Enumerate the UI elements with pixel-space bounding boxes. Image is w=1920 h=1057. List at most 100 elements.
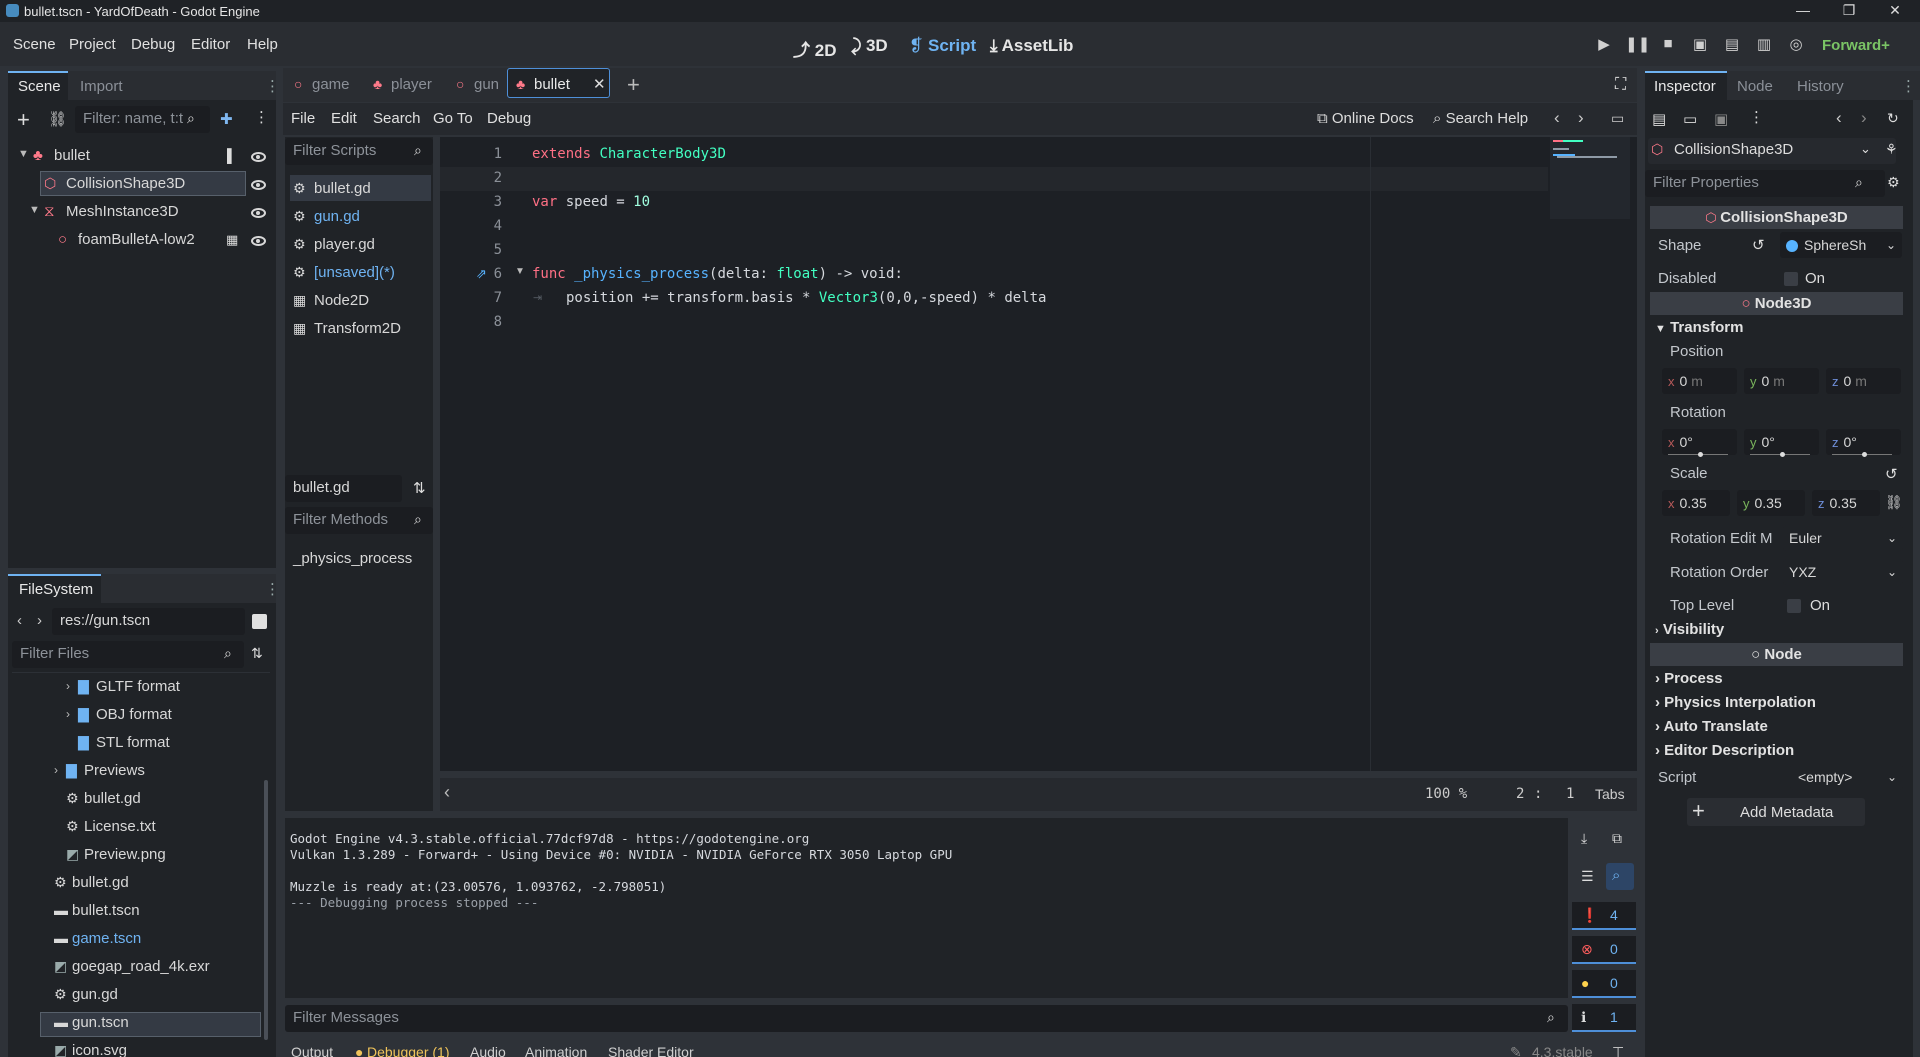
close-icon[interactable]: ✕: [1885, 2, 1905, 19]
code-line-6[interactable]: func _physics_process(delta: float) -> v…: [532, 266, 903, 282]
pause-icon[interactable]: ❚❚: [1625, 35, 1650, 53]
toggle-panel-icon[interactable]: ‹: [444, 782, 450, 803]
distraction-free-icon[interactable]: ⛶: [1615, 76, 1626, 94]
dock-menu-icon[interactable]: ⋮: [265, 580, 280, 598]
play-icon[interactable]: ▶: [1593, 35, 1615, 53]
script-item[interactable]: [unsaved](*): [314, 264, 395, 281]
workspace-2d-button[interactable]: ⤴ 2D: [793, 36, 836, 61]
tab-history[interactable]: History: [1797, 78, 1844, 95]
script-item[interactable]: Node2D: [314, 292, 369, 309]
code-editor[interactable]: [440, 137, 1637, 771]
script-resource-picker[interactable]: <empty> ⌄: [1790, 764, 1903, 790]
file-item[interactable]: Preview.png: [84, 846, 166, 863]
remote-deploy-icon[interactable]: ▣: [1689, 35, 1711, 53]
visibility-eye-icon[interactable]: [251, 152, 266, 162]
rotation-edit-mode-select[interactable]: Euler ⌄: [1783, 525, 1903, 551]
collapse-arrow-icon[interactable]: ›: [54, 763, 58, 777]
method-physics-process[interactable]: _physics_process: [293, 550, 412, 567]
save-icon[interactable]: ▣: [1714, 110, 1728, 128]
extra-options-icon[interactable]: ⋮: [1749, 108, 1764, 126]
code-line-3[interactable]: var speed = 10: [532, 194, 650, 210]
visibility-eye-icon[interactable]: [251, 208, 266, 218]
code-line-1[interactable]: extends CharacterBody3D: [532, 146, 726, 162]
tree-node-foambullet[interactable]: foamBulletA-low2: [78, 231, 195, 248]
scale-y-field[interactable]: y 0.35: [1737, 490, 1805, 516]
sort-icon[interactable]: ⇅: [251, 645, 263, 662]
expand-arrow-icon[interactable]: ▼: [29, 204, 40, 216]
visibility-eye-icon[interactable]: [251, 236, 266, 246]
menu-debug[interactable]: Debug: [131, 36, 175, 53]
position-x-field[interactable]: x0 m: [1662, 368, 1737, 394]
file-item[interactable]: gun.gd: [72, 986, 118, 1003]
group-transform[interactable]: ▼ Transform: [1655, 319, 1743, 336]
slider-grabber[interactable]: [1698, 452, 1703, 457]
scene-tab-gun[interactable]: gun: [474, 76, 499, 93]
back-arrow-icon[interactable]: ‹: [17, 612, 22, 629]
add-node-icon[interactable]: +: [17, 107, 30, 133]
group-physics-interpolation[interactable]: › Physics Interpolation: [1655, 694, 1816, 711]
errors-count-badge[interactable]: ⊗ 0: [1572, 936, 1636, 964]
script-menu-goto[interactable]: Go To: [433, 110, 473, 127]
tab-import[interactable]: Import: [80, 78, 123, 95]
script-item[interactable]: bullet.gd: [314, 180, 371, 197]
minimize-icon[interactable]: —: [1793, 2, 1813, 18]
messages-count-badge[interactable]: ❗ 4: [1572, 902, 1636, 930]
search-help-button[interactable]: ⌕ Search Help: [1433, 110, 1528, 127]
menu-scene[interactable]: Scene: [13, 36, 56, 53]
tab-node[interactable]: Node: [1737, 78, 1773, 95]
bottom-tab-animation[interactable]: Animation: [525, 1044, 587, 1057]
file-item[interactable]: GLTF format: [96, 678, 180, 695]
group-editor-description[interactable]: › Editor Description: [1655, 742, 1794, 759]
shape-resource-picker[interactable]: SphereSh ⌄: [1780, 232, 1902, 258]
rotation-order-select[interactable]: YXZ ⌄: [1783, 559, 1903, 585]
bottom-tab-audio[interactable]: Audio: [470, 1044, 506, 1057]
revert-icon[interactable]: ↺: [1885, 465, 1898, 483]
disabled-checkbox[interactable]: [1784, 272, 1798, 286]
file-item[interactable]: gun.tscn: [72, 1014, 129, 1031]
file-item[interactable]: bullet.tscn: [72, 902, 140, 919]
group-process[interactable]: › Process: [1655, 670, 1723, 687]
path-input[interactable]: res://gun.tscn: [52, 608, 245, 635]
stop-icon[interactable]: ■: [1657, 35, 1679, 52]
bottom-tab-shader-editor[interactable]: Shader Editor: [608, 1044, 694, 1057]
expand-arrow-icon[interactable]: ▼: [18, 148, 29, 160]
file-item[interactable]: goegap_road_4k.exr: [72, 958, 210, 975]
info-count-badge[interactable]: ℹ1: [1572, 1004, 1636, 1032]
filter-group-icon[interactable]: ☰: [1581, 868, 1594, 885]
position-z-field[interactable]: z0 m: [1826, 368, 1901, 394]
scene-tab-bullet[interactable]: bullet: [534, 76, 570, 93]
script-attached-icon[interactable]: ▌: [227, 148, 236, 163]
history-forward-icon[interactable]: ›: [1861, 108, 1867, 128]
bottom-tab-output[interactable]: Output: [291, 1044, 333, 1057]
code-line-7[interactable]: position += transform.basis * Vector3(0,…: [566, 290, 1046, 306]
filter-properties-input[interactable]: Filter Properties: [1645, 170, 1885, 197]
file-item[interactable]: License.txt: [84, 818, 156, 835]
file-item[interactable]: icon.svg: [72, 1042, 127, 1057]
script-item[interactable]: Transform2D: [314, 320, 401, 337]
zoom-level[interactable]: 100 %: [1425, 786, 1467, 802]
menu-editor[interactable]: Editor: [191, 36, 230, 53]
script-menu-file[interactable]: File: [291, 110, 315, 127]
dock-menu-icon[interactable]: ⋮: [265, 77, 280, 95]
tree-node-collisionshape3d[interactable]: CollisionShape3D: [66, 175, 185, 192]
history-back-icon[interactable]: ‹: [1836, 108, 1842, 128]
sort-methods-icon[interactable]: ⇅: [413, 479, 426, 497]
maximize-icon[interactable]: ❐: [1839, 2, 1859, 19]
indent-mode[interactable]: Tabs: [1595, 786, 1625, 802]
play-custom-icon[interactable]: ▥: [1753, 35, 1775, 53]
bottom-tab-debugger[interactable]: Debugger (1): [367, 1044, 450, 1057]
position-y-field[interactable]: y0 m: [1744, 368, 1819, 394]
slider-grabber[interactable]: [1780, 452, 1785, 457]
attach-script-icon[interactable]: ✚: [220, 110, 233, 128]
slider-grabber[interactable]: [1862, 452, 1867, 457]
script-menu-debug[interactable]: Debug: [487, 110, 531, 127]
files-filter-input[interactable]: Filter Files: [12, 641, 244, 668]
filesystem-scrollbar[interactable]: [264, 780, 268, 1040]
filter-messages-input[interactable]: Filter Messages: [285, 1005, 1568, 1032]
link-icon[interactable]: ⛓: [1885, 494, 1903, 511]
open-scene-icon[interactable]: ▦: [226, 232, 238, 248]
float-window-icon[interactable]: ▭: [1611, 110, 1624, 127]
workspace-3d-button[interactable]: ⤸ 3D: [851, 36, 888, 56]
file-item[interactable]: game.tscn: [72, 930, 141, 947]
script-item[interactable]: player.gd: [314, 236, 375, 253]
